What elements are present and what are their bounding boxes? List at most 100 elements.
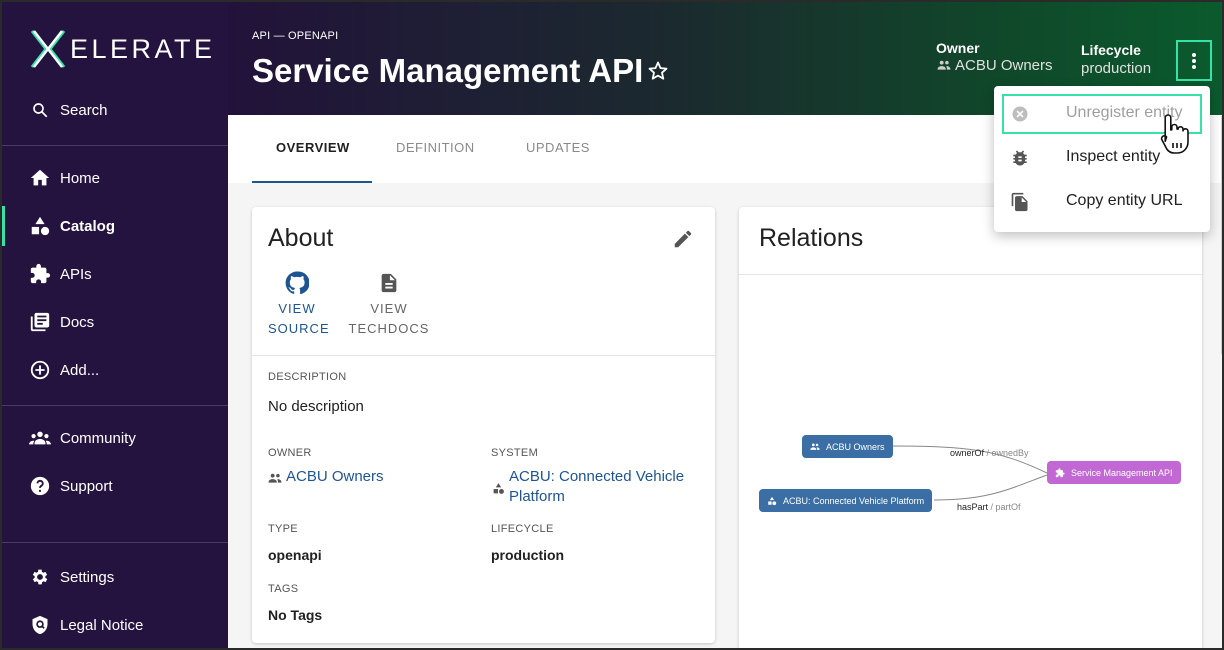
system-link[interactable]: ACBU: Connected Vehicle Platform bbox=[509, 467, 684, 507]
edge-label-reverse: / partOf bbox=[988, 502, 1021, 512]
description-icon bbox=[381, 273, 397, 293]
sidebar-item-apis[interactable]: APIs bbox=[2, 254, 228, 294]
edge-label-owner: ownerOf / ownedBy bbox=[950, 448, 1029, 458]
sidebar-item-label: Home bbox=[60, 169, 101, 187]
owner-label: Owner bbox=[936, 40, 980, 56]
tab-definition[interactable]: DEFINITION bbox=[396, 140, 475, 155]
sidebar-item-community[interactable]: Community bbox=[2, 418, 228, 458]
sidebar-search[interactable]: Search bbox=[2, 90, 228, 130]
view-source-label-1: VIEW bbox=[278, 301, 316, 316]
system-icon bbox=[493, 483, 504, 494]
system-icon bbox=[768, 496, 777, 505]
divider bbox=[252, 355, 715, 356]
view-source-link[interactable]: VIEW SOURCE bbox=[268, 269, 330, 339]
group-icon bbox=[268, 473, 282, 483]
system-link-line-1: ACBU: Connected Vehicle bbox=[509, 468, 685, 485]
sidebar-item-support[interactable]: Support bbox=[2, 466, 228, 506]
edge-label-reverse: / ownedBy bbox=[984, 448, 1029, 458]
graph-node-label: ACBU Owners bbox=[826, 441, 885, 452]
sidebar-item-label: APIs bbox=[60, 265, 92, 283]
edit-icon[interactable] bbox=[672, 228, 694, 250]
sidebar-divider bbox=[2, 405, 228, 406]
edge-system bbox=[933, 474, 1048, 501]
logo-x-icon bbox=[30, 30, 66, 68]
lifecycle-value: production bbox=[1081, 60, 1152, 77]
bug-icon bbox=[1013, 150, 1027, 166]
sidebar-item-settings[interactable]: Settings bbox=[2, 557, 228, 597]
page-title: Service Management API bbox=[252, 52, 644, 89]
system-label: SYSTEM bbox=[491, 447, 539, 459]
type-value: openapi bbox=[268, 547, 322, 563]
sidebar-item-label: Legal Notice bbox=[60, 616, 144, 634]
sidebar-item-label: Settings bbox=[60, 568, 115, 586]
logo[interactable]: ELERATE bbox=[28, 28, 216, 70]
lifecycle-label: Lifecycle bbox=[1081, 42, 1141, 58]
tags-label: TAGS bbox=[268, 583, 299, 595]
about-card: About VIEW SOURCE VIEW TECHDOCS DESCRIPT… bbox=[252, 207, 715, 643]
description-label: DESCRIPTION bbox=[268, 371, 347, 383]
help-icon bbox=[29, 475, 51, 497]
puzzle-icon bbox=[1055, 467, 1065, 477]
sidebar-item-label: Support bbox=[60, 477, 113, 495]
sidebar-item-label: Docs bbox=[60, 313, 95, 331]
lifecycle-label: LIFECYCLE bbox=[491, 523, 554, 535]
sidebar-item-label: Add... bbox=[60, 361, 100, 379]
description-value: No description bbox=[268, 398, 364, 415]
edge-label-main: hasPart bbox=[957, 502, 989, 512]
sidebar-item-docs[interactable]: Docs bbox=[2, 302, 228, 342]
sidebar: ELERATE Search Home Catalog APIs Docs Ad… bbox=[2, 2, 228, 648]
hand-cursor-icon bbox=[1160, 114, 1189, 154]
gear-icon bbox=[29, 566, 51, 588]
edge-label-system: hasPart / partOf bbox=[957, 502, 1021, 512]
group-icon bbox=[810, 443, 820, 450]
more-vert-icon bbox=[1192, 52, 1196, 69]
more-options-button[interactable] bbox=[1176, 40, 1212, 81]
view-techdocs-label-2: TECHDOCS bbox=[348, 321, 430, 336]
menu-item-label: Inspect entity bbox=[1066, 148, 1161, 165]
sidebar-item-label: Catalog bbox=[60, 217, 116, 235]
about-title: About bbox=[268, 224, 334, 252]
type-label: TYPE bbox=[268, 523, 298, 535]
menu-item-label: Copy entity URL bbox=[1066, 192, 1183, 209]
star-icon[interactable] bbox=[646, 59, 670, 83]
owner-link[interactable]: ACBU Owners bbox=[286, 467, 384, 487]
sidebar-item-label: Community bbox=[60, 429, 136, 447]
relations-edges bbox=[889, 445, 1048, 501]
group-icon bbox=[29, 427, 51, 449]
search-icon bbox=[29, 99, 51, 121]
group-icon bbox=[937, 60, 951, 70]
library-books-icon bbox=[29, 311, 51, 333]
tags-value: No Tags bbox=[268, 607, 323, 623]
sidebar-item-catalog[interactable]: Catalog bbox=[2, 206, 228, 246]
tab-updates[interactable]: UPDATES bbox=[526, 140, 590, 155]
view-techdocs-label-1: VIEW bbox=[370, 301, 408, 316]
view-source-label-2: SOURCE bbox=[268, 321, 330, 336]
tab-indicator bbox=[252, 181, 372, 183]
sidebar-item-add[interactable]: Add... bbox=[2, 350, 228, 390]
graph-node-system[interactable]: ACBU: Connected Vehicle Platform bbox=[759, 489, 933, 512]
graph-node-label: ACBU: Connected Vehicle Platform bbox=[783, 495, 925, 506]
graph-node-owner[interactable]: ACBU Owners bbox=[802, 435, 893, 458]
sidebar-item-home[interactable]: Home bbox=[2, 158, 228, 198]
copy-icon bbox=[1011, 192, 1028, 212]
logo-text: ELERATE bbox=[70, 33, 216, 64]
menu-item-copy-url[interactable]: Copy entity URL bbox=[994, 182, 1210, 222]
breadcrumb: API — OPENAPI bbox=[252, 30, 339, 42]
shield-icon bbox=[29, 614, 51, 636]
owner-value[interactable]: ACBU Owners bbox=[955, 57, 1053, 74]
graph-node-api[interactable]: Service Management API bbox=[1047, 461, 1181, 484]
sidebar-item-legal-notice[interactable]: Legal Notice bbox=[2, 605, 228, 645]
entity-context-menu: Unregister entity Inspect entity Copy en… bbox=[994, 86, 1210, 232]
tab-overview[interactable]: OVERVIEW bbox=[276, 140, 350, 155]
graph-node-label: Service Management API bbox=[1071, 467, 1173, 478]
puzzle-icon bbox=[29, 263, 51, 285]
system-link-line-2: Platform bbox=[509, 488, 565, 505]
sidebar-divider bbox=[2, 542, 228, 543]
home-icon bbox=[29, 167, 51, 189]
github-icon bbox=[285, 271, 309, 295]
add-circle-icon bbox=[29, 359, 51, 381]
catalog-icon bbox=[29, 215, 51, 237]
view-techdocs-link[interactable]: VIEW TECHDOCS bbox=[348, 269, 430, 339]
lifecycle-value: production bbox=[491, 547, 565, 563]
relations-card: Relations ACBU Owners ACBU: Connected Ve… bbox=[739, 207, 1202, 648]
